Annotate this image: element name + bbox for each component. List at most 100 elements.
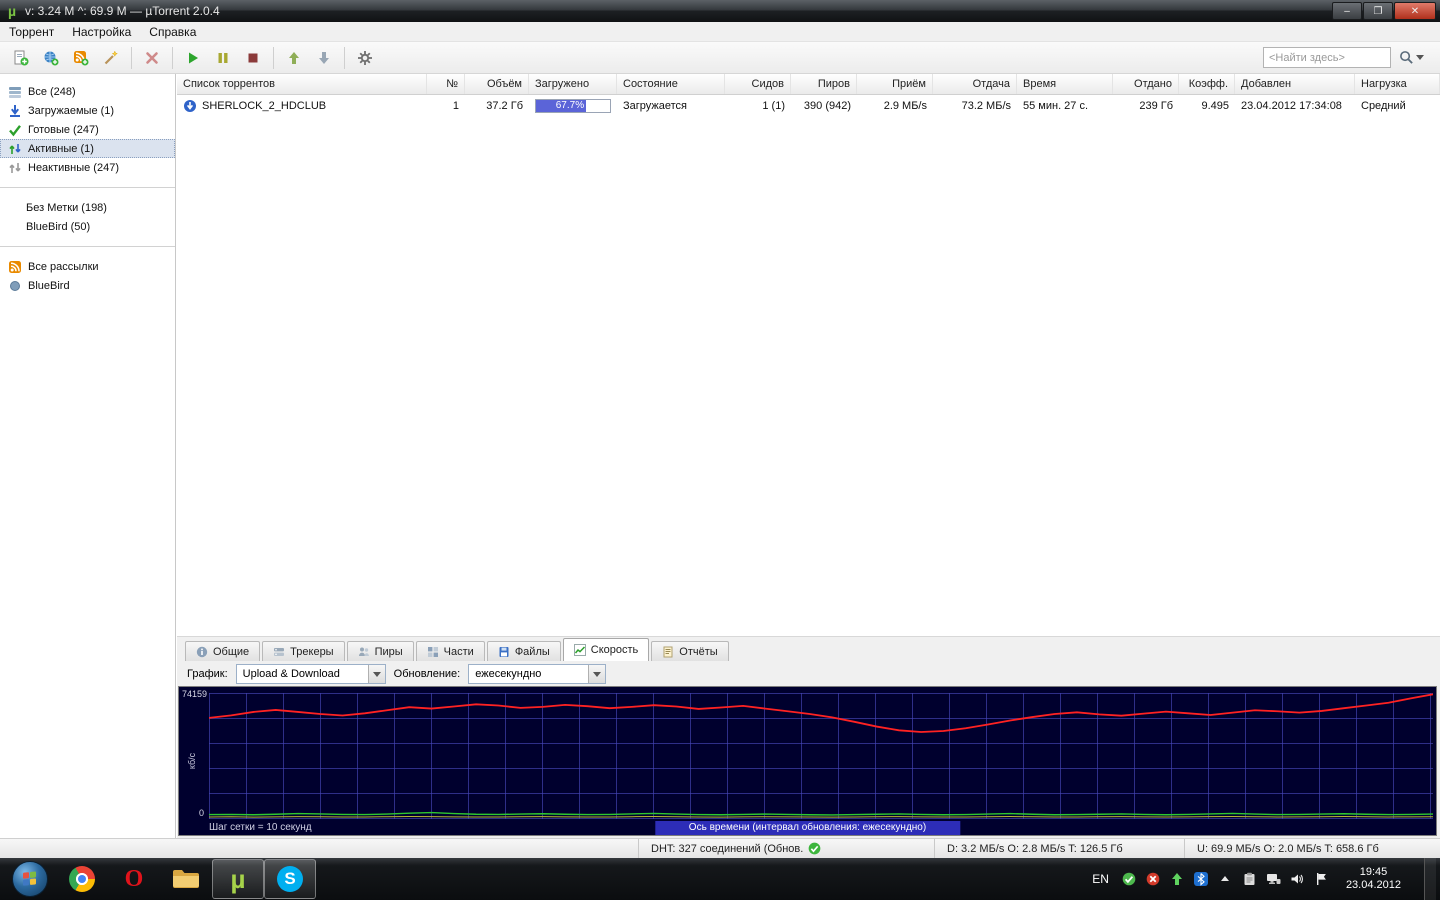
menu-help[interactable]: Справка (140, 23, 205, 41)
table-row[interactable]: SHERLOCK_2_HDCLUB 1 37.2 Гб 67.7% Загруж… (177, 95, 1440, 116)
tray-red-badge-icon[interactable] (1146, 872, 1161, 887)
start-button[interactable] (12, 861, 48, 897)
list-all-icon (9, 86, 21, 98)
dropdown-arrow-icon (367, 665, 385, 683)
tray-action-center-flag-icon[interactable] (1314, 872, 1329, 887)
gear-icon (358, 50, 372, 65)
sidebar-item-active[interactable]: Активные (1) (0, 139, 175, 158)
update-select-label: Обновление: (393, 668, 461, 680)
arrow-up-icon (289, 51, 299, 64)
stop-torrent-button[interactable] (238, 45, 268, 71)
search-button[interactable] (1394, 47, 1428, 68)
sidebar-item-downloading[interactable]: Загружаемые (1) (0, 101, 175, 120)
chrome-icon (69, 866, 95, 892)
add-torrent-button[interactable] (6, 45, 36, 71)
download-status-text: D: 3.2 МБ/s O: 2.8 МБ/s T: 126.5 Гб (947, 842, 1123, 855)
tray-green-check-icon[interactable] (1122, 872, 1137, 887)
sidebar-item-label: Готовые (247) (28, 123, 99, 136)
taskbar-explorer-button[interactable] (160, 859, 212, 899)
column-header-uploaded[interactable]: Отдано (1113, 74, 1179, 94)
titlebar: µ v: 3.24 M ^: 69.9 M — µTorrent 2.0.4 –… (0, 0, 1440, 22)
add-url-globe-icon (44, 51, 59, 65)
tab-peers[interactable]: Пиры (346, 641, 414, 661)
column-header-added[interactable]: Добавлен (1235, 74, 1355, 94)
taskbar-utorrent-button[interactable]: µ (212, 859, 264, 899)
add-rss-icon (74, 50, 89, 65)
y-axis-title: кб/с (187, 752, 197, 770)
column-header-status[interactable]: Состояние (617, 74, 725, 94)
column-header-eta[interactable]: Время (1017, 74, 1113, 94)
tray-volume-icon[interactable] (1290, 872, 1305, 887)
tab-label: Общие (213, 645, 250, 658)
tray-bluetooth-icon[interactable] (1194, 872, 1209, 887)
tab-files[interactable]: Файлы (486, 641, 561, 661)
taskbar-clock[interactable]: 19:45 23.04.2012 (1338, 866, 1409, 892)
column-header-seeds[interactable]: Сидов (725, 74, 791, 94)
column-header-peers[interactable]: Пиров (791, 74, 857, 94)
sidebar-item-all[interactable]: Все (248) (0, 82, 175, 101)
tray-clipboard-icon[interactable] (1242, 872, 1257, 887)
column-header-done[interactable]: Загружено (529, 74, 617, 94)
column-header-load[interactable]: Нагрузка (1355, 74, 1440, 94)
column-header-ratio[interactable]: Коэфф. (1179, 74, 1235, 94)
column-header-name[interactable]: Список торрентов (177, 74, 427, 94)
sidebar-item-all-feeds[interactable]: Все рассылки (0, 257, 175, 276)
column-header-size[interactable]: Объём (465, 74, 529, 94)
tab-label: Отчёты (679, 645, 718, 658)
torrent-list-header: Список торрентов № Объём Загружено Состо… (177, 74, 1440, 95)
torrent-progress-cell: 67.7% (529, 98, 617, 113)
pause-torrent-button[interactable] (208, 45, 238, 71)
preferences-button[interactable] (350, 45, 380, 71)
tab-general[interactable]: Общие (185, 641, 261, 661)
move-up-queue-button[interactable] (279, 45, 309, 71)
sidebar-item-bluebird-label[interactable]: BlueBird (50) (0, 217, 175, 236)
sidebar-item-label: Все (248) (28, 85, 76, 98)
tray-network-icon[interactable] (1266, 872, 1281, 887)
add-rss-feed-button[interactable] (66, 45, 96, 71)
sidebar-item-no-label[interactable]: Без Метки (198) (0, 198, 175, 217)
tracker-icon (274, 647, 285, 656)
skype-icon: S (277, 866, 303, 892)
menu-settings[interactable]: Настройка (63, 23, 140, 41)
show-desktop-button[interactable] (1424, 858, 1436, 900)
taskbar-skype-button[interactable]: S (264, 859, 316, 899)
create-torrent-button[interactable] (96, 45, 126, 71)
update-interval-dropdown[interactable]: ежесекундно (468, 664, 607, 684)
sidebar-item-inactive[interactable]: Неактивные (247) (0, 158, 175, 177)
tab-pieces[interactable]: Части (415, 641, 485, 661)
stop-icon (248, 53, 258, 62)
column-header-up-speed[interactable]: Отдача (933, 74, 1017, 94)
minimize-button[interactable]: – (1332, 2, 1362, 20)
column-header-down-speed[interactable]: Приём (857, 74, 933, 94)
taskbar-chrome-button[interactable] (56, 859, 108, 899)
torrent-added: 23.04.2012 17:34:08 (1241, 99, 1342, 112)
torrent-peers: 390 (942) (803, 99, 851, 112)
update-ok-check-icon (808, 842, 821, 855)
torrent-name-cell: SHERLOCK_2_HDCLUB (177, 99, 427, 113)
tab-logger[interactable]: Отчёты (651, 641, 729, 661)
remove-torrent-button[interactable] (137, 45, 167, 71)
tab-trackers[interactable]: Трекеры (262, 641, 345, 661)
add-torrent-url-button[interactable] (36, 45, 66, 71)
tray-hidden-icons-arrow[interactable] (1218, 872, 1233, 887)
search-input[interactable] (1263, 47, 1391, 68)
search-icon (1399, 51, 1413, 64)
close-button[interactable]: ✕ (1394, 2, 1436, 20)
menu-torrent[interactable]: Торрент (0, 23, 63, 41)
report-doc-icon (663, 646, 673, 657)
sidebar-item-label: BlueBird (50) (26, 220, 91, 233)
taskbar-opera-button[interactable]: O (108, 859, 160, 899)
dht-status-text: DHT: 327 соединений (Обнов. (651, 842, 804, 855)
start-torrent-button[interactable] (178, 45, 208, 71)
sidebar-item-completed[interactable]: Готовые (247) (0, 120, 175, 139)
tray-green-arrow-icon[interactable] (1170, 872, 1185, 887)
language-indicator[interactable]: EN (1088, 872, 1113, 886)
sidebar-item-label: Загружаемые (1) (28, 104, 115, 117)
move-down-queue-button[interactable] (309, 45, 339, 71)
sidebar-item-bluebird-feed[interactable]: BlueBird (0, 276, 175, 295)
tab-speed[interactable]: Скорость (562, 638, 650, 661)
speed-chart-lines (209, 693, 1433, 819)
restore-button[interactable]: ❐ (1363, 2, 1393, 20)
graph-type-dropdown[interactable]: Upload & Download (235, 664, 386, 684)
column-header-number[interactable]: № (427, 74, 465, 94)
